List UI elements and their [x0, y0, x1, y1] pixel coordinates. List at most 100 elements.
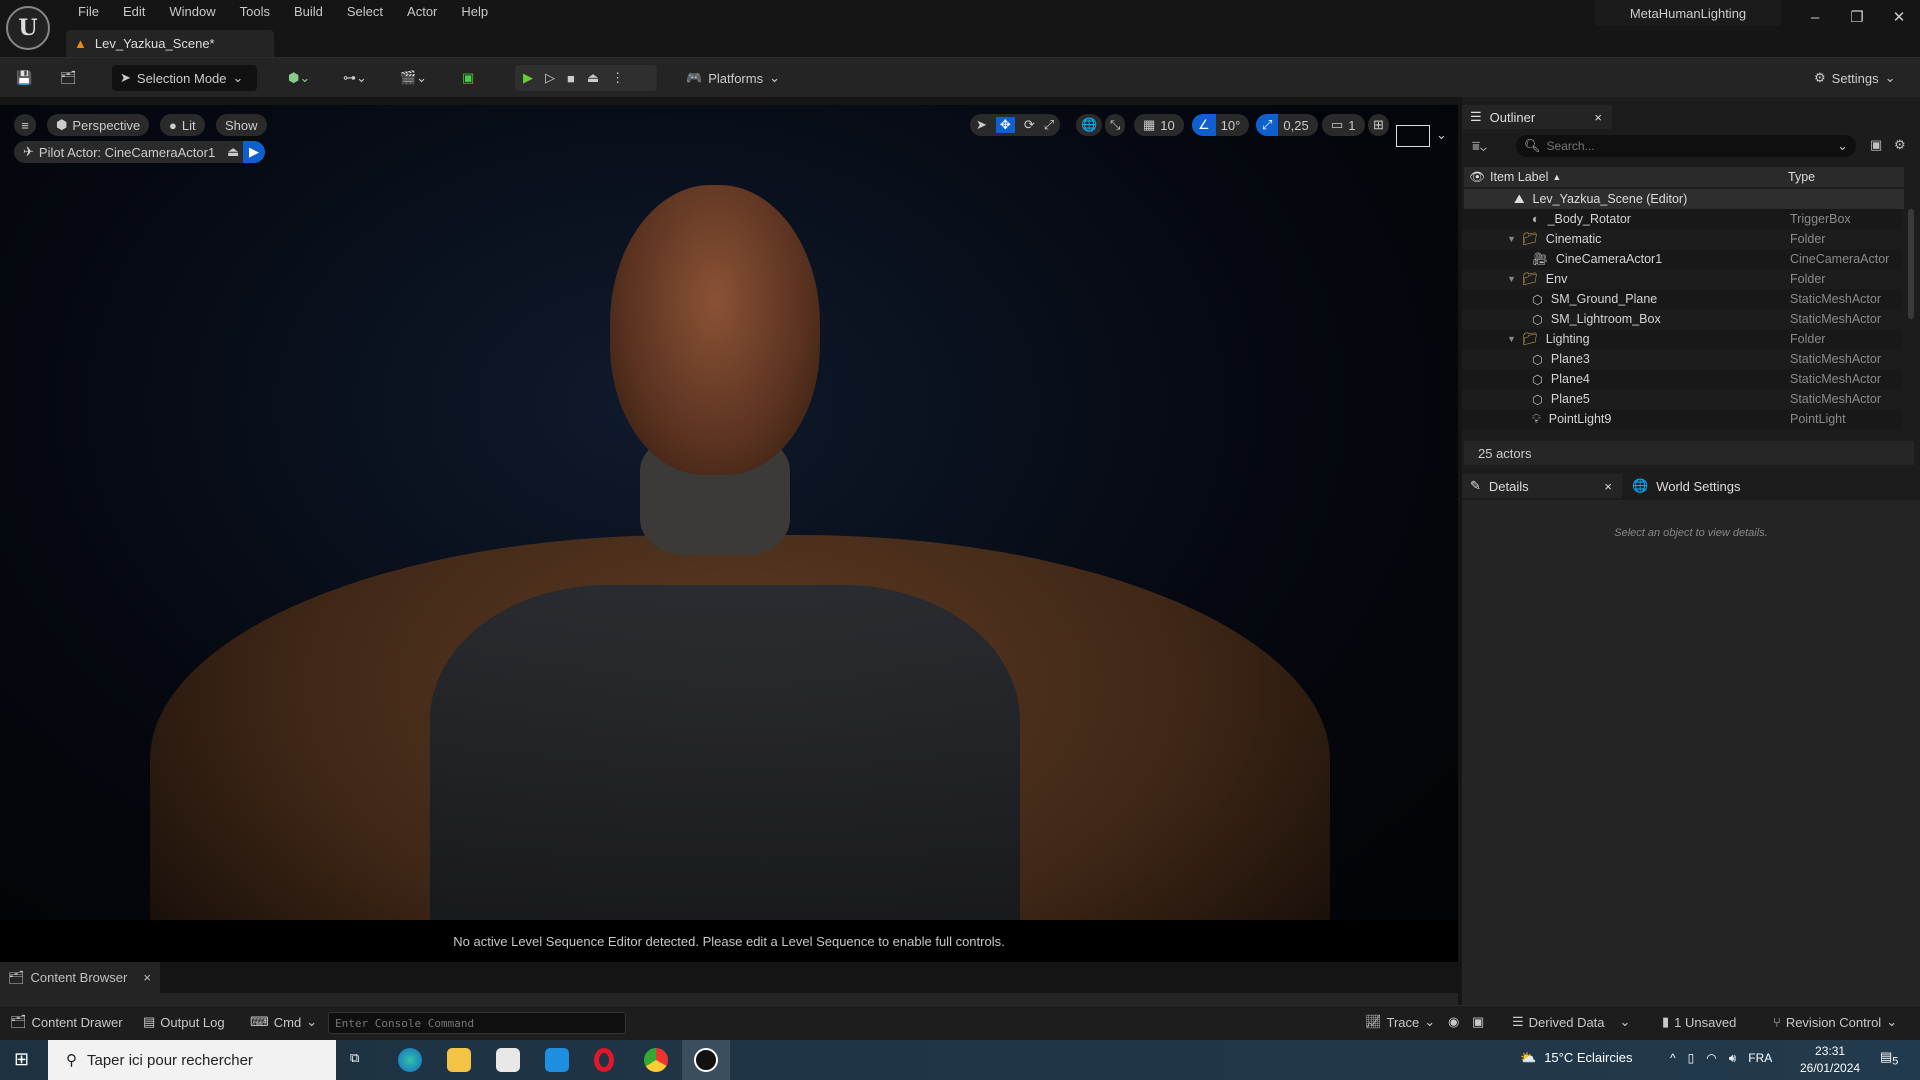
weather-widget[interactable]: ⛅ 15°C Eclaircies [1520, 1050, 1632, 1066]
platforms-button[interactable]: 🎮 Platforms ⌄ [686, 65, 780, 91]
filter-icon[interactable]: ⩸⌄ [1472, 138, 1487, 154]
device-icon[interactable]: ▯ [1688, 1051, 1695, 1066]
scale-tool-icon[interactable]: ⤢ [1044, 117, 1054, 133]
camera-view-icon[interactable]: ▶ [243, 141, 265, 163]
save-icon[interactable]: 💾 [16, 65, 32, 91]
language-indicator[interactable]: FRA [1748, 1051, 1772, 1066]
file-explorer-icon[interactable] [447, 1048, 471, 1072]
chevron-down-icon[interactable]: ⌄ [1436, 127, 1447, 143]
close-icon[interactable]: ✕ [1878, 0, 1920, 34]
visibility-icon[interactable]: 👁 [1464, 170, 1490, 185]
outliner-row[interactable]: ⬡ SM_Lightroom_Box StaticMeshActor [1462, 309, 1902, 329]
outliner-row[interactable]: 🎥︎ CineCameraActor1 CineCameraActor [1462, 249, 1902, 269]
snapshot-icon[interactable]: ▣ [1472, 1014, 1484, 1030]
volume-icon[interactable]: 🔊︎ [1729, 1051, 1737, 1066]
lit-button[interactable]: ● Lit [160, 114, 205, 136]
task-view-icon[interactable]: ⧉ [350, 1050, 359, 1066]
rotate-tool-icon[interactable]: ⟳ [1024, 117, 1035, 133]
more-options-icon[interactable]: ⋮ [611, 70, 624, 86]
windows-start-icon[interactable]: ⊞ [14, 1049, 29, 1070]
show-button[interactable]: Show [216, 114, 267, 136]
trace-dropdown[interactable]: 📈︎ Trace ⌄ [1365, 1014, 1435, 1030]
menu-window[interactable]: Window [157, 3, 227, 21]
scale-snap-button[interactable]: ⤢ 0,25 [1256, 114, 1318, 136]
grid-snap-button[interactable]: ▦ 10 [1134, 114, 1184, 136]
unreal-logo-icon[interactable]: U [6, 6, 50, 50]
select-tool-icon[interactable]: ➤ [976, 117, 987, 133]
outliner-row[interactable]: ▼ 📁︎ Cinematic Folder [1462, 229, 1902, 249]
close-icon[interactable]: × [143, 970, 151, 985]
cinematics-icon[interactable]: 🎬⌄ [400, 65, 427, 91]
outliner-scrollbar[interactable] [1908, 209, 1914, 319]
eject-pilot-icon[interactable]: ⏏ [222, 141, 245, 163]
close-icon[interactable]: × [1594, 110, 1602, 125]
expand-arrow-icon[interactable]: ▼ [1507, 234, 1516, 244]
column-item-label[interactable]: Item Label [1490, 170, 1548, 184]
tab-world-settings[interactable]: 🌐 World Settings [1624, 474, 1740, 498]
outliner-row[interactable]: ⬡ SM_Ground_Plane StaticMeshActor [1462, 289, 1902, 309]
menu-edit[interactable]: Edit [111, 3, 157, 21]
content-browse-icon[interactable]: 🗂 [60, 65, 77, 91]
record-icon[interactable]: ◉ [1448, 1014, 1459, 1030]
expand-arrow-icon[interactable]: ▼ [1507, 334, 1516, 344]
unsaved-button[interactable]: ▮ 1 Unsaved [1662, 1014, 1736, 1030]
menu-help[interactable]: Help [449, 3, 500, 21]
menu-actor[interactable]: Actor [395, 3, 449, 21]
stop-icon[interactable]: ■ [567, 71, 575, 86]
outliner-row[interactable]: ▼ 📁︎ Lighting Folder [1462, 329, 1902, 349]
menu-file[interactable]: File [66, 3, 111, 21]
outliner-row[interactable]: ⬡ Plane3 StaticMeshActor [1462, 349, 1902, 369]
move-tool-icon[interactable]: ✥ [995, 117, 1015, 133]
outliner-search[interactable]: 🔍︎ ⌄ [1516, 135, 1856, 157]
play-icon[interactable]: ▶ [523, 70, 533, 86]
camera-speed-button[interactable]: ▭ 1 [1322, 114, 1365, 136]
tab-content-browser[interactable]: 🗂 Content Browser × [0, 962, 160, 993]
clock[interactable]: 23:31 26/01/2024 [1800, 1043, 1860, 1077]
wifi-icon[interactable]: ◠ [1706, 1051, 1716, 1066]
settings-button[interactable]: ⚙ Settings ⌄ [1814, 65, 1896, 91]
taskbar-search[interactable]: ⚲ Taper ici pour rechercher [48, 1040, 336, 1080]
outliner-row[interactable]: ⬡ Plane4 StaticMeshActor [1462, 369, 1902, 389]
chevron-up-icon[interactable]: ^ [1670, 1051, 1676, 1066]
perspective-button[interactable]: ⬢ Perspective [47, 114, 150, 136]
expand-arrow-icon[interactable]: ▼ [1507, 274, 1516, 284]
content-drawer-button[interactable]: 🗂 Content Drawer [10, 1014, 123, 1030]
outliner-row[interactable]: ▼ 📁︎ Env Folder [1462, 269, 1902, 289]
world-local-icon[interactable]: 🌐 [1076, 114, 1103, 136]
advance-frame-icon[interactable]: ▷ [545, 70, 555, 86]
opera-icon[interactable] [594, 1048, 614, 1072]
store-icon[interactable] [496, 1048, 520, 1072]
rotation-snap-button[interactable]: ∠ 10° [1192, 114, 1250, 136]
menu-tools[interactable]: Tools [228, 3, 282, 21]
maximize-viewport-icon[interactable]: ⊞ [1368, 114, 1389, 136]
modeling-icon[interactable]: ▣ [462, 65, 474, 91]
outliner-row[interactable]: ◐ _Body_Rotator TriggerBox [1462, 209, 1902, 229]
tab-details[interactable]: ✎ Details × [1462, 474, 1622, 498]
minimize-icon[interactable]: – [1794, 0, 1836, 34]
revision-control-dropdown[interactable]: ⑂ Revision Control ⌄ [1773, 1014, 1897, 1030]
menu-build[interactable]: Build [282, 3, 335, 21]
notifications-icon[interactable]: ▤5 [1880, 1049, 1898, 1068]
add-actor-icon[interactable]: ⬢⌄ [288, 65, 310, 91]
derived-data-dropdown[interactable]: ☰ Derived Data ⌄ [1512, 1014, 1630, 1030]
level-viewport[interactable]: ≡ ⬢ Perspective ● Lit Show ✈ Pilot Actor: C… [0, 105, 1458, 962]
console-command-input[interactable] [328, 1012, 626, 1034]
surface-snap-icon[interactable]: ⤡ [1105, 114, 1126, 136]
outliner-root-row[interactable]: ⛰ Lev_Yazkua_Scene (Editor) [1464, 189, 1904, 209]
gear-icon[interactable]: ⚙ [1894, 137, 1906, 153]
mail-icon[interactable] [545, 1048, 569, 1072]
menu-select[interactable]: Select [335, 3, 395, 21]
selection-mode-dropdown[interactable]: ➤ Selection Mode ⌄ [112, 65, 257, 91]
outliner-row[interactable]: 💡︎ PointLight9 PointLight [1462, 409, 1902, 429]
output-log-button[interactable]: ▤ Output Log [143, 1014, 225, 1030]
close-icon[interactable]: × [1604, 479, 1612, 494]
outliner-row[interactable]: ⬡ Plane5 StaticMeshActor [1462, 389, 1902, 409]
edge-icon[interactable] [398, 1048, 422, 1072]
cmd-dropdown[interactable]: ⌨ Cmd ⌄ [250, 1014, 317, 1030]
viewport-menu-icon[interactable]: ≡ [14, 114, 36, 136]
layout-icon[interactable] [1396, 125, 1430, 147]
column-type[interactable]: Type [1788, 170, 1815, 184]
add-folder-icon[interactable]: ▣ [1870, 137, 1882, 153]
eject-icon[interactable]: ⏏ [587, 70, 599, 86]
unreal-taskbar-button[interactable] [682, 1040, 730, 1080]
